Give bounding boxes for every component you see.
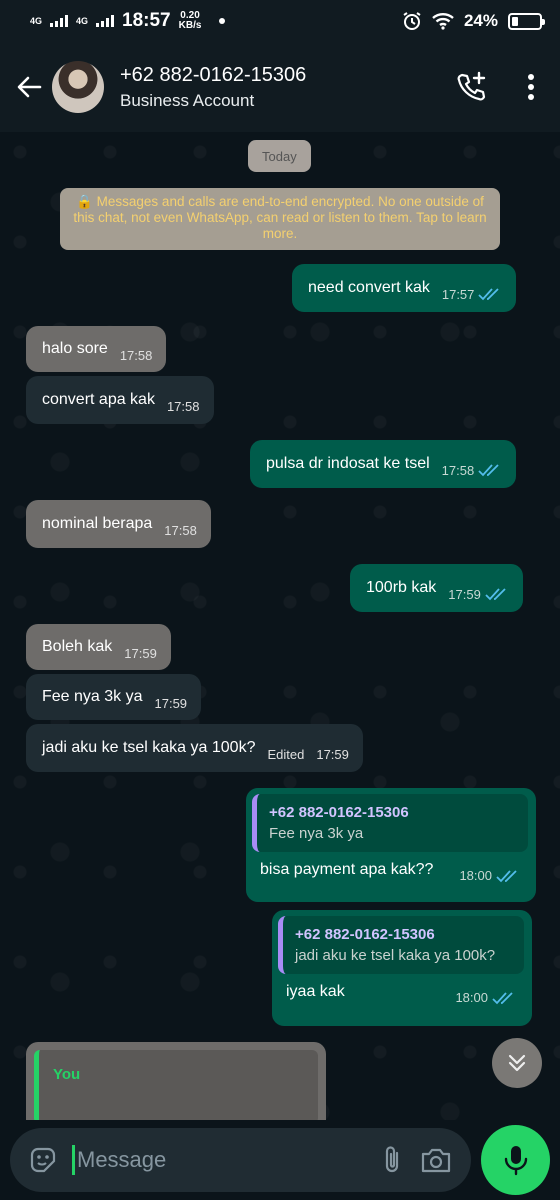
network-indicator-2: 4G: [76, 15, 89, 26]
notification-dot-icon: [219, 18, 226, 24]
message-time: 17:58: [164, 522, 197, 538]
message-time: 17:59: [124, 645, 157, 661]
message-composer: [10, 1128, 471, 1192]
network-type-2: 4G: [76, 15, 89, 26]
message-time: 17:57: [441, 286, 475, 302]
mic-icon: [504, 1146, 527, 1176]
message-text: need convert kak: [308, 279, 430, 296]
clock: 18:57: [122, 10, 171, 31]
quoted-sender: +62 882-0162-15306: [295, 926, 435, 943]
message-time: 17:59: [154, 695, 188, 711]
contact-avatar[interactable]: [52, 61, 104, 113]
message-incoming[interactable]: nominal berapa 17:58: [26, 500, 211, 548]
contact-subtitle: Business Account: [120, 90, 255, 110]
camera-icon[interactable]: [419, 1145, 453, 1175]
message-text: convert apa kak: [42, 391, 155, 408]
quoted-message[interactable]: +62 882-0162-15306 Fee nya 3k ya: [252, 794, 528, 852]
voice-message-button[interactable]: [481, 1125, 550, 1195]
double-check-icon: [496, 869, 517, 882]
edited-label: Edited: [267, 746, 305, 762]
double-check-icon: [478, 288, 500, 301]
encryption-notice[interactable]: 🔒 Messages and calls are end-to-end encr…: [60, 188, 500, 250]
message-text: bisa payment apa kak??: [260, 860, 434, 878]
quoted-message[interactable]: You: [34, 1050, 318, 1120]
message-text: nominal berapa: [42, 515, 153, 532]
attach-icon[interactable]: [379, 1144, 405, 1176]
message-incoming[interactable]: Boleh kak 17:59: [26, 624, 171, 670]
battery-icon: [508, 12, 545, 30]
double-check-icon: [492, 991, 513, 1004]
quoted-text: jadi aku ke tsel kaka ya 100k?: [295, 947, 496, 964]
message-incoming[interactable]: convert apa kak 17:58: [26, 376, 214, 424]
battery-percent: 24%: [463, 11, 498, 30]
network-speed-unit: KB/s: [178, 20, 202, 31]
message-time: 17:58: [119, 347, 153, 363]
contact-info[interactable]: +62 882-0162-15306 Business Account: [120, 64, 306, 111]
double-check-icon: [478, 464, 499, 477]
back-arrow-icon[interactable]: [14, 72, 44, 102]
status-bar: 4G 4G 18:57 0.20 KB/s 24%: [0, 0, 560, 42]
message-text: Boleh kak: [42, 638, 113, 655]
quoted-text: Fee nya 3k ya: [269, 825, 364, 842]
network-indicator-1: 4G: [30, 15, 43, 26]
alarm-icon: [403, 12, 421, 30]
quoted-sender: You: [53, 1066, 81, 1083]
message-outgoing-reply[interactable]: +62 882-0162-15306 jadi aku ke tsel kaka…: [272, 910, 532, 1026]
message-input[interactable]: [72, 1145, 365, 1175]
double-check-icon: [485, 588, 506, 601]
message-outgoing[interactable]: pulsa dr indosat ke tsel 17:58: [250, 440, 517, 488]
message-incoming[interactable]: Fee nya 3k ya 17:59: [26, 674, 202, 720]
message-incoming[interactable]: halo sore 17:58: [26, 326, 167, 372]
message-time: 17:59: [316, 746, 349, 762]
message-time: 18:00: [455, 990, 488, 1005]
network-speed: 0.20 KB/s: [178, 10, 202, 32]
date-chip: Today: [248, 140, 311, 172]
chat-area[interactable]: Today 🔒 Messages and calls are end-to-en…: [0, 132, 560, 1120]
message-text: pulsa dr indosat ke tsel: [266, 455, 430, 472]
message-time: 17:59: [448, 586, 481, 602]
chevron-down-icon: [508, 1054, 526, 1072]
network-type-1: 4G: [30, 15, 43, 26]
message-outgoing[interactable]: 100rb kak 17:59: [350, 564, 523, 612]
sticker-icon[interactable]: [28, 1145, 58, 1175]
wifi-icon: [432, 13, 454, 30]
message-text: 100rb kak: [366, 579, 437, 596]
message-incoming-reply-partial[interactable]: You: [26, 1042, 326, 1120]
scroll-to-bottom-button[interactable]: [492, 1038, 542, 1088]
quoted-sender: +62 882-0162-15306: [269, 804, 409, 821]
signal-icon-2: [96, 15, 115, 27]
message-text: halo sore: [42, 340, 108, 357]
message-time: 17:58: [166, 398, 200, 414]
composer-bar: [0, 1120, 560, 1200]
quoted-message[interactable]: +62 882-0162-15306 jadi aku ke tsel kaka…: [278, 916, 524, 974]
add-call-icon[interactable]: [454, 70, 488, 104]
signal-icon-1: [50, 15, 69, 27]
message-outgoing[interactable]: need convert kak 17:57: [292, 264, 517, 312]
message-time: 17:58: [441, 462, 475, 478]
message-incoming[interactable]: jadi aku ke tsel kaka ya 100k? Edited 17:…: [26, 724, 363, 772]
message-outgoing-reply[interactable]: +62 882-0162-15306 Fee nya 3k ya bisa pa…: [246, 788, 536, 902]
more-vert-icon[interactable]: [526, 72, 536, 102]
message-time: 18:00: [459, 868, 492, 883]
contact-name: +62 882-0162-15306: [120, 63, 307, 86]
chat-header: +62 882-0162-15306 Business Account: [0, 42, 560, 132]
message-text: Fee nya 3k ya: [42, 688, 143, 705]
message-text: jadi aku ke tsel kaka ya 100k?: [42, 739, 256, 756]
message-text: iyaa kak: [286, 982, 345, 1000]
